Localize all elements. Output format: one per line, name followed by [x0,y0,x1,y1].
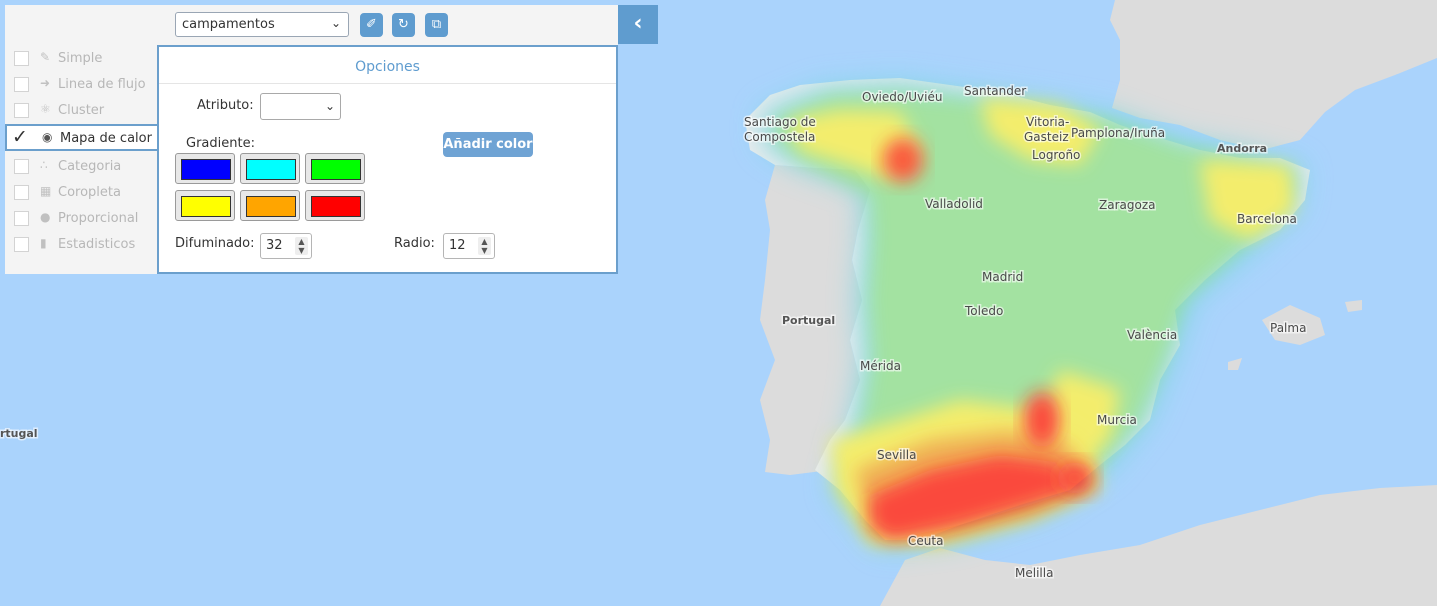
gradient-swatch[interactable] [175,190,235,221]
radius-input[interactable]: 12 ▲ ▼ [443,233,495,259]
menorca-land [1345,300,1362,312]
map-label: Sevilla [877,448,916,462]
gradient-swatch[interactable] [240,153,300,184]
copy-icon: ⧉ [431,17,442,32]
spinner-icon[interactable]: ▲ ▼ [295,237,308,255]
gradient-swatch[interactable] [175,153,235,184]
map-label: Portugal [782,314,835,327]
sidebar-item-label: Linea de flujo [58,77,146,92]
collapse-panel-button[interactable]: ‹ [618,5,658,44]
map-label: Ceuta [908,534,943,548]
swatch-color [181,159,231,180]
map-type-sidebar: ✎ Simple ➜ Linea de flujo ⚛ Cluster ✓ ◉ … [5,45,157,274]
checkbox[interactable] [14,77,29,92]
sidebar-item-heatmap[interactable]: ✓ ◉ Mapa de calor [5,124,157,151]
layer-toolbar: campamentos ⌄ ✐ ↻ ⧉ [5,5,618,45]
options-panel: Opciones Atributo: ⌄ Gradiente: Añadir c… [157,45,618,274]
checkbox[interactable] [14,51,29,66]
arrow-right-icon: ➜ [40,76,51,90]
checkbox[interactable] [14,211,29,226]
blur-label: Difuminado: [175,236,255,251]
sidebar-item-category[interactable]: ∴ Categoria [5,154,157,180]
map-label: Santander [964,84,1026,98]
map-label: Murcia [1097,413,1137,427]
checkbox[interactable] [14,185,29,200]
sidebar-item-proportional[interactable]: ● Proporcional [5,206,157,232]
gradient-label: Gradiente: [186,136,255,151]
map-label: Madrid [982,270,1023,284]
refresh-icon: ↻ [398,17,409,32]
brush-icon: ✐ [366,17,377,32]
map-label: Santiago de [744,115,816,129]
layer-select[interactable]: campamentos ⌄ [175,12,349,37]
checkbox[interactable] [14,237,29,252]
sidebar-item-label: Proporcional [58,211,139,226]
blur-value: 32 [266,238,283,253]
gradient-swatch[interactable] [305,190,365,221]
sidebar-item-simple[interactable]: ✎ Simple [5,46,157,72]
choropleth-icon: ▦ [40,184,52,198]
add-color-button[interactable]: Añadir color [443,132,533,157]
map-label: Barcelona [1237,212,1297,226]
radius-label: Radio: [394,236,435,251]
chevron-left-icon: ‹ [633,11,643,36]
sidebar-item-label: Cluster [58,103,105,118]
sidebar-item-label: Simple [58,51,103,66]
sidebar-item-label: Mapa de calor [60,131,152,146]
map-label: Gasteiz [1024,130,1069,144]
attribute-label: Atributo: [197,98,254,113]
category-icon: ∴ [40,158,48,172]
chevron-down-icon: ⌄ [330,16,341,30]
swatch-color [246,196,296,217]
check-icon: ✓ [12,126,28,148]
brush-button[interactable]: ✐ [360,13,383,37]
proportional-icon: ● [40,210,51,224]
sidebar-item-statistics[interactable]: ▮ Estadisticos [5,232,157,258]
map-label: Vitoria- [1026,115,1069,129]
map-label: Compostela [744,130,815,144]
map-label: Andorra [1217,142,1267,155]
sidebar-item-label: Categoria [58,159,122,174]
spinner-icon[interactable]: ▲ ▼ [478,237,491,255]
map-label: Zaragoza [1099,198,1155,212]
map-label: Oviedo/Uviéu [862,90,942,104]
swatch-color [311,196,361,217]
chevron-down-icon: ⌄ [324,99,335,113]
gradient-swatch[interactable] [305,153,365,184]
sidebar-item-choropleth[interactable]: ▦ Coropleta [5,180,157,206]
swatch-color [246,159,296,180]
map-label: Mérida [860,359,901,373]
map-label: Valladolid [925,197,983,211]
cluster-icon: ⚛ [40,102,51,116]
sidebar-item-cluster[interactable]: ⚛ Cluster [5,98,157,124]
map-label: Palma [1270,321,1306,335]
map-label: rtugal [0,427,38,440]
divider [159,83,616,84]
checkbox[interactable] [14,103,29,118]
gradient-swatch[interactable] [240,190,300,221]
sidebar-item-label: Estadisticos [58,237,136,252]
map-label: Pamplona/Iruña [1071,126,1165,140]
sidebar-item-flow-line[interactable]: ➜ Linea de flujo [5,72,157,98]
map-label: Toledo [964,304,1003,318]
heatmap-icon: ◉ [42,130,53,144]
layer-select-value: campamentos [182,17,275,32]
copy-button[interactable]: ⧉ [425,13,448,37]
swatch-color [181,196,231,217]
sidebar-item-label: Coropleta [58,185,121,200]
swatch-color [311,159,361,180]
attribute-select[interactable]: ⌄ [260,93,341,120]
checkbox[interactable] [14,159,29,174]
map-label: Logroño [1032,148,1080,162]
radius-value: 12 [449,238,466,253]
statistics-icon: ▮ [40,236,47,250]
panel-title: Opciones [355,59,420,75]
refresh-button[interactable]: ↻ [392,13,415,37]
map-label: València [1127,328,1177,342]
blur-input[interactable]: 32 ▲ ▼ [260,233,312,259]
map-label: Melilla [1015,566,1053,580]
simple-icon: ✎ [40,50,51,64]
